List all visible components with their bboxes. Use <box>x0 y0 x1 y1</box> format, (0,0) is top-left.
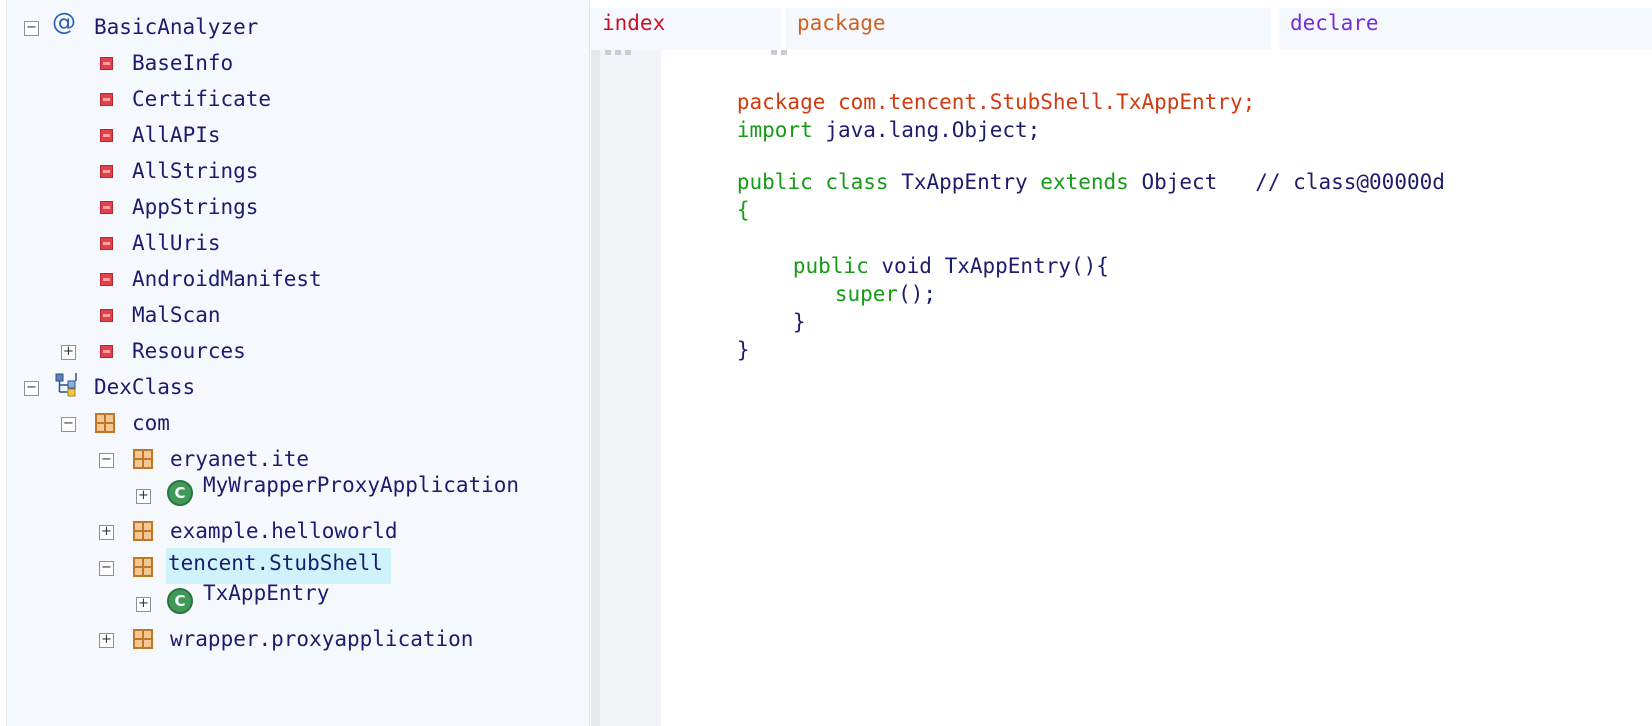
tree-node-label: example.helloworld <box>170 519 398 543</box>
red-square-icon <box>100 309 113 322</box>
code-gutter <box>591 50 661 726</box>
tree-node-certificate[interactable]: Certificate <box>0 84 580 114</box>
expand-toggle[interactable]: + <box>99 525 114 540</box>
divider <box>625 50 631 55</box>
expand-toggle[interactable]: + <box>99 633 114 648</box>
code-column-header: index package declare <box>591 0 1652 52</box>
code-token: java.lang.Object; <box>812 118 1041 142</box>
code-token: TxAppEntry <box>888 170 1041 194</box>
tree-node-label: AndroidManifest <box>132 267 322 291</box>
expand-toggle[interactable]: + <box>61 345 76 360</box>
code-token: super <box>834 282 899 306</box>
tree-node-label: BaseInfo <box>132 51 234 75</box>
code-token: import <box>736 118 813 142</box>
tree-node-label: TxAppEntry <box>203 581 330 605</box>
tree-node-label: AllStrings <box>132 159 259 183</box>
code-viewer[interactable]: package com.tencent.StubShell.TxAppEntry… <box>661 56 1652 726</box>
code-token: extends <box>1040 170 1129 194</box>
divider <box>771 50 777 55</box>
package-icon <box>133 557 153 577</box>
code-line: } <box>661 308 750 392</box>
tree-node-label: Certificate <box>132 87 272 111</box>
tree-node-basicanalyzer[interactable]: − @ BasicAnalyzer <box>0 8 580 42</box>
red-square-icon <box>100 165 113 178</box>
divider <box>605 50 611 55</box>
tree-node-txappentry[interactable]: + C TxAppEntry <box>0 580 580 614</box>
hierarchy-icon <box>55 373 77 397</box>
tree-panel: − @ BasicAnalyzer BaseInfo Certificate A… <box>0 0 590 726</box>
code-line: public class TxAppEntry extends Object /… <box>661 140 1445 224</box>
divider <box>615 50 621 55</box>
tree-node-appstrings[interactable]: AppStrings <box>0 192 580 222</box>
class-icon: C <box>167 588 193 614</box>
code-token: } <box>792 310 806 334</box>
tree-node-allapis[interactable]: AllAPIs <box>0 120 580 150</box>
at-icon: @ <box>52 8 76 36</box>
red-square-icon <box>100 57 113 70</box>
expand-toggle[interactable]: + <box>136 489 151 504</box>
tree-node-dexclass[interactable]: − DexClass <box>0 372 580 402</box>
collapse-toggle[interactable]: − <box>24 21 39 36</box>
tree-node-allstrings[interactable]: AllStrings <box>0 156 580 186</box>
column-header-index[interactable]: index <box>591 8 781 50</box>
package-icon <box>133 521 153 541</box>
column-header-package[interactable]: package <box>786 8 1271 50</box>
tree-node-label: BasicAnalyzer <box>94 15 259 39</box>
column-header-declare[interactable]: declare <box>1279 8 1652 50</box>
red-square-icon <box>100 273 113 286</box>
code-token: } <box>736 338 750 362</box>
red-square-icon <box>100 237 113 250</box>
tree-node-label: MyWrapperProxyApplication <box>203 473 520 497</box>
tree-node-label: wrapper.proxyapplication <box>170 627 474 651</box>
tree-node-label: Resources <box>132 339 246 363</box>
tree-node-label: com <box>132 411 170 435</box>
collapse-toggle[interactable]: − <box>99 561 114 576</box>
red-square-icon <box>100 129 113 142</box>
red-square-icon <box>100 201 113 214</box>
red-square-icon <box>100 93 113 106</box>
tree-node-malscan[interactable]: MalScan <box>0 300 580 330</box>
tree-node-resources[interactable]: + Resources <box>0 336 580 366</box>
tree-node-label: MalScan <box>132 303 221 327</box>
tree-node-label: AllUris <box>132 231 221 255</box>
red-square-icon <box>100 345 113 358</box>
expand-toggle[interactable]: + <box>136 597 151 612</box>
code-token: Object // class@00000d <box>1128 170 1445 194</box>
tree-node-androidmanifest[interactable]: AndroidManifest <box>0 264 580 294</box>
code-token: { <box>736 198 750 222</box>
collapse-toggle[interactable]: − <box>99 453 114 468</box>
code-token: (); <box>898 282 937 306</box>
tree-node-alluris[interactable]: AllUris <box>0 228 580 258</box>
collapse-toggle[interactable]: − <box>61 417 76 432</box>
code-panel: index package declare package com.tencen… <box>591 0 1652 726</box>
tree-node-wrapper-proxyapplication[interactable]: + wrapper.proxyapplication <box>0 624 580 654</box>
class-icon: C <box>167 480 193 506</box>
tree-node-baseinfo[interactable]: BaseInfo <box>0 48 580 78</box>
collapse-toggle[interactable]: − <box>24 381 39 396</box>
tree-node-example-helloworld[interactable]: + example.helloworld <box>0 516 580 546</box>
divider <box>781 50 787 55</box>
code-gutter-bar <box>591 50 600 726</box>
package-icon <box>133 449 153 469</box>
package-icon <box>95 413 115 433</box>
code-token: public class <box>736 170 889 194</box>
tree-node-mywrapperproxyapplication[interactable]: + C MyWrapperProxyApplication <box>0 472 580 506</box>
tree-node-label: DexClass <box>94 375 196 399</box>
tree-node-com[interactable]: − com <box>0 408 580 438</box>
package-icon <box>133 629 153 649</box>
tree-node-label: AllAPIs <box>132 123 221 147</box>
tree-node-label: AppStrings <box>132 195 259 219</box>
